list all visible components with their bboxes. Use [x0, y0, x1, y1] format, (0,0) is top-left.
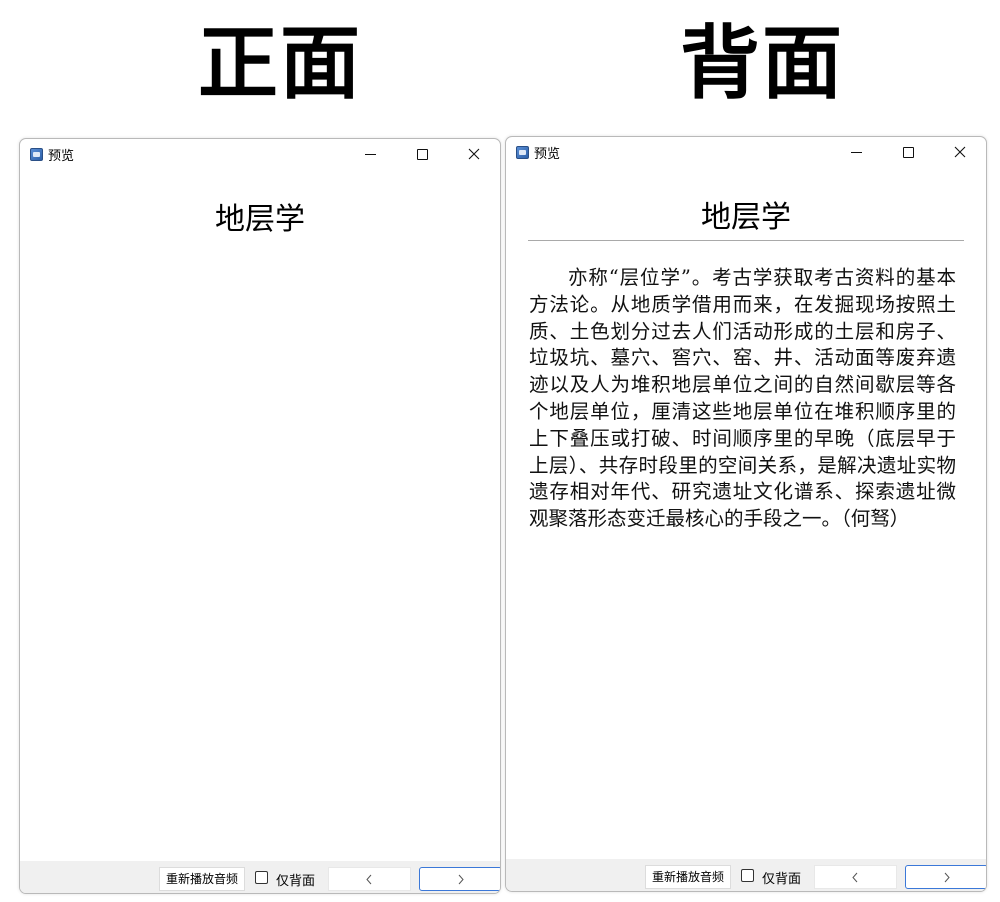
maximize-icon	[902, 146, 914, 158]
back-only-checkbox[interactable]	[741, 869, 754, 882]
maximize-button[interactable]	[398, 139, 446, 169]
chevron-right-icon	[944, 872, 950, 882]
bottom-toolbar: 重新播放音频 仅背面	[506, 859, 986, 891]
close-button[interactable]	[450, 139, 498, 169]
back-only-label[interactable]: 仅背面	[762, 868, 801, 887]
replay-audio-button[interactable]: 重新播放音频	[645, 865, 731, 889]
front-side-heading: 正面	[198, 16, 362, 110]
chevron-left-icon	[852, 872, 858, 882]
close-icon	[468, 148, 480, 160]
chevron-right-icon	[458, 874, 464, 884]
back-only-label[interactable]: 仅背面	[276, 870, 315, 889]
replay-audio-button[interactable]: 重新播放音频	[159, 867, 245, 891]
back-only-checkbox[interactable]	[255, 871, 268, 884]
close-icon	[954, 146, 966, 158]
card-title: 地层学	[215, 202, 305, 237]
minimize-button[interactable]	[346, 139, 394, 169]
bottom-toolbar: 重新播放音频 仅背面	[20, 861, 500, 893]
preview-app-icon	[30, 148, 43, 161]
next-button[interactable]	[419, 867, 500, 891]
next-button[interactable]	[905, 865, 986, 889]
previous-button[interactable]	[328, 867, 411, 891]
preview-window-front: 预览 地层学 重新播放音频 仅背面	[19, 138, 501, 894]
chevron-left-icon	[366, 874, 372, 884]
previous-button[interactable]	[814, 865, 897, 889]
preview-app-icon	[516, 146, 529, 159]
title-bar[interactable]: 预览	[20, 139, 500, 169]
maximize-button[interactable]	[884, 137, 932, 167]
minimize-button[interactable]	[832, 137, 880, 167]
close-button[interactable]	[936, 137, 984, 167]
window-title: 预览	[48, 149, 75, 164]
card-answer-text: 亦称“层位学”。考古学获取考古资料的基本方法论。从地质学借用而来，在发掘现场按照…	[529, 266, 956, 531]
card-title: 地层学	[701, 200, 791, 235]
card-divider	[528, 240, 964, 241]
title-bar[interactable]: 预览	[506, 137, 986, 167]
minimize-icon	[850, 151, 862, 153]
back-side-heading: 背面	[680, 16, 844, 110]
minimize-icon	[364, 153, 376, 155]
preview-window-back: 预览 地层学 亦称“层位学”。考古学获取考古资料的基本方法论。从地质学借用而来，…	[505, 136, 987, 892]
maximize-icon	[416, 148, 428, 160]
window-title: 预览	[534, 147, 561, 162]
